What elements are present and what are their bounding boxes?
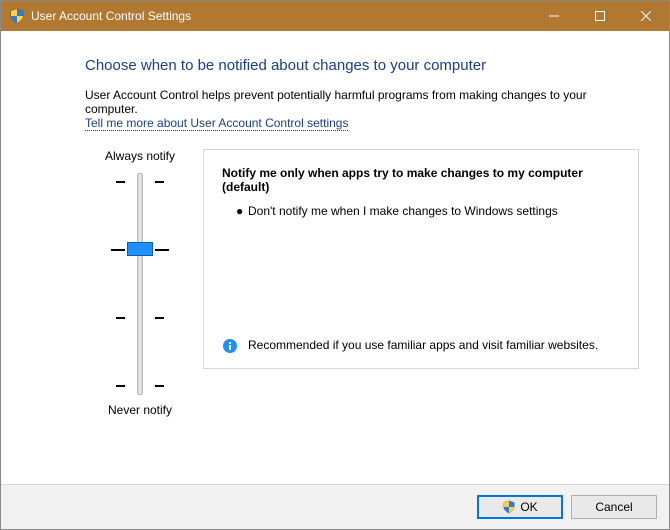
minimize-button[interactable]	[531, 1, 577, 31]
ok-button-label: OK	[520, 500, 537, 514]
content-area: Choose when to be notified about changes…	[1, 31, 669, 417]
slider-label-bottom: Never notify	[85, 403, 195, 417]
info-icon	[222, 338, 238, 354]
panel-bullet: ● Don't notify me when I make changes to…	[236, 204, 620, 218]
slider-label-top: Always notify	[85, 149, 195, 163]
intro-text: User Account Control helps prevent poten…	[85, 88, 639, 116]
slider-track-area[interactable]	[85, 173, 195, 393]
slider-track	[137, 173, 143, 395]
title-bar: User Account Control Settings	[1, 1, 669, 31]
help-link[interactable]: Tell me more about User Account Control …	[85, 116, 348, 131]
uac-shield-icon	[9, 8, 25, 24]
bullet-icon: ●	[236, 204, 248, 218]
uac-shield-icon	[502, 500, 516, 514]
cancel-button-label: Cancel	[595, 500, 632, 514]
page-heading: Choose when to be notified about changes…	[85, 57, 639, 74]
maximize-button[interactable]	[577, 1, 623, 31]
description-panel: Notify me only when apps try to make cha…	[203, 149, 639, 369]
notification-slider: Always notify Never notify	[85, 149, 195, 417]
window-title: User Account Control Settings	[31, 9, 531, 23]
cancel-button[interactable]: Cancel	[571, 495, 657, 519]
recommendation: Recommended if you use familiar apps and…	[222, 338, 620, 354]
recommendation-text: Recommended if you use familiar apps and…	[248, 338, 598, 354]
close-button[interactable]	[623, 1, 669, 31]
panel-bullet-text: Don't notify me when I make changes to W…	[248, 204, 558, 218]
window-controls	[531, 1, 669, 31]
slider-thumb[interactable]	[127, 242, 153, 256]
dialog-footer: OK Cancel	[1, 484, 669, 529]
ok-button[interactable]: OK	[477, 495, 563, 519]
panel-title: Notify me only when apps try to make cha…	[222, 166, 620, 194]
